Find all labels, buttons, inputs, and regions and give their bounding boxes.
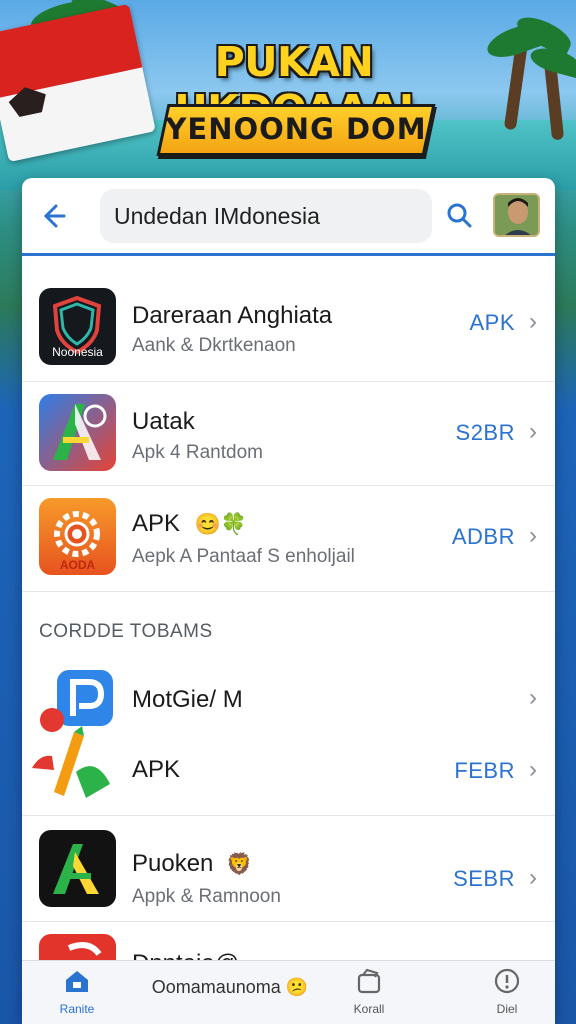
app-action-button[interactable]: ADBR [452,524,515,550]
info-icon [494,968,520,994]
avatar[interactable] [493,193,540,237]
shield-app-icon: Noonesia [39,288,116,365]
nav-label: Ranite [59,1002,95,1016]
section-header: CORDDE TOBAMS [39,621,213,642]
app-title: APK 😊🍀 [132,510,247,538]
app-icon-label: Noonesia [52,345,103,359]
search-bar [22,178,555,256]
app-subtitle: Appk & Ramnoon [132,886,281,907]
app-title: APK [132,756,181,783]
app-subtitle: Apk 4 Rantdom [132,442,263,463]
app-action-button[interactable]: APK [469,310,515,336]
app-title: MotGie/ M [132,686,243,713]
app-title: Dareraan Anghiata [132,302,333,329]
search-input[interactable] [100,189,432,243]
app-subtitle: Aank & Dkrtkenaon [132,335,296,356]
pencil-app-icon [30,702,114,806]
nav-item-home[interactable]: Ranite [52,967,102,1016]
nav-label: Oomamaunoma 😕 [151,977,309,997]
chevron-right-icon: › [529,308,537,335]
search-icon[interactable] [446,202,472,228]
nav-label: Diel [496,1002,518,1016]
list-item[interactable]: Uatak Apk 4 Rantdom S2BR › [22,382,555,486]
app-title-text: APK [132,510,181,537]
app-action-button[interactable]: FEBR [454,758,515,784]
banner-subtitle: YENOONG DOM [165,112,427,146]
app-action-button[interactable]: SEBR [453,866,515,892]
list-item[interactable]: APK FEBR › [22,708,555,816]
nav-item-discover[interactable]: Oomamaunoma 😕 [130,977,330,998]
chevron-right-icon: › [529,522,537,549]
chevron-right-icon: › [529,756,537,783]
nav-item-library[interactable]: Korall [344,967,394,1016]
list-item[interactable]: AODA APK 😊🍀 Aepk A Pantaaf S enholjail A… [22,486,555,592]
home-icon [66,971,88,992]
chevron-right-icon: › [529,418,537,445]
emoji-badge: 🦁 [226,853,253,876]
app-title: Uatak [132,408,195,435]
back-arrow-icon[interactable] [36,200,68,232]
app-title: Puoken 🦁 [132,850,252,878]
bottom-nav: Ranite Oomamaunoma 😕 Korall Diel [22,960,555,1024]
emoji-badge: 😊🍀 [194,513,247,536]
gear-app-icon: AODA [39,498,116,575]
app-icon-label: AODA [59,558,96,572]
nav-label: Korall [353,1002,385,1016]
app-title-text: Puoken [132,850,214,877]
letter-a-dark-app-icon [39,830,116,907]
app-list-card: Noonesia Dareraan Anghiata Aank & Dkrtke… [22,178,555,1024]
chevron-right-icon: › [529,864,537,891]
chevron-right-icon: › [529,684,537,711]
list-item[interactable]: Noonesia Dareraan Anghiata Aank & Dkrtke… [22,278,555,382]
list-item[interactable]: Puoken 🦁 Appk & Ramnoon SEBR › [22,816,555,922]
package-icon [357,968,381,994]
app-action-button[interactable]: S2BR [456,420,515,446]
app-subtitle: Aepk A Pantaaf S enholjail [132,546,355,567]
letter-a-app-icon [39,394,116,471]
nav-item-info[interactable]: Diel [482,967,532,1016]
